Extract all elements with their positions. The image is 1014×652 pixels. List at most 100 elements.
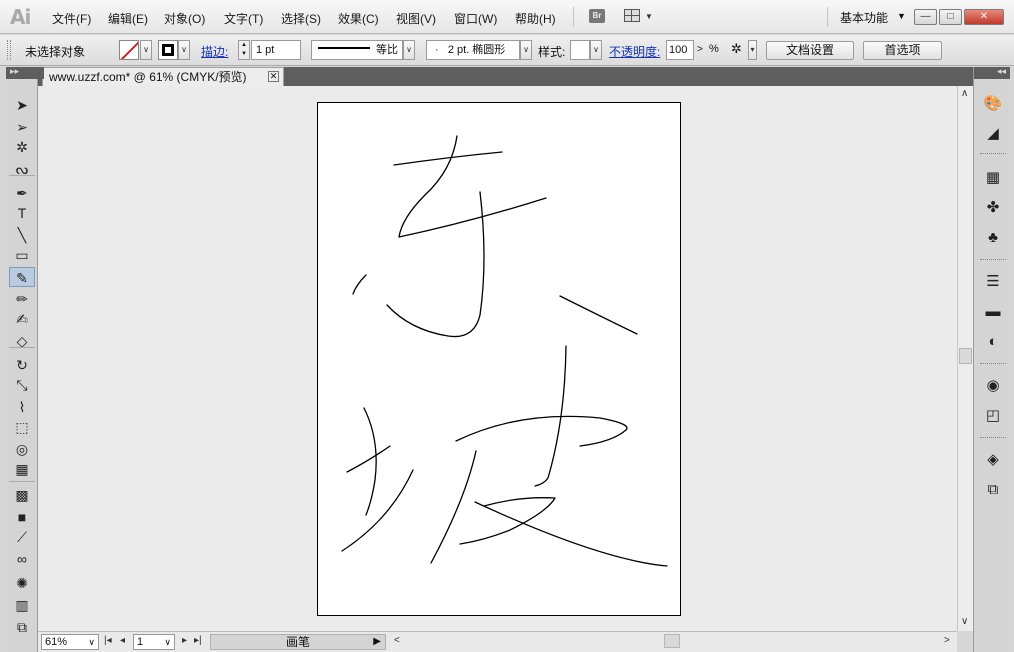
- artboard-number-field[interactable]: 1 ∨: [133, 634, 175, 650]
- brush-definition[interactable]: · 2 pt. 椭圆形: [426, 40, 520, 60]
- type-tool-icon[interactable]: T: [9, 203, 35, 223]
- close-icon[interactable]: ✕: [268, 71, 279, 82]
- menu-help[interactable]: 帮助(H): [515, 10, 556, 27]
- color-panel-icon[interactable]: 🎨: [982, 93, 1004, 115]
- scroll-left-icon[interactable]: <: [394, 635, 400, 646]
- fill-dropdown[interactable]: ∨: [140, 40, 152, 60]
- rectangle-tool-icon[interactable]: ▭: [9, 245, 35, 265]
- fill-swatch[interactable]: [119, 40, 139, 60]
- scroll-down-icon[interactable]: ∨: [961, 616, 968, 627]
- shape-builder-tool-icon[interactable]: ◎: [9, 439, 35, 459]
- width-tool-icon[interactable]: ⌇: [9, 397, 35, 417]
- last-artboard-icon[interactable]: ▸|: [194, 635, 202, 646]
- graphic-style-swatch[interactable]: [570, 40, 590, 60]
- zoom-field[interactable]: 61% ∨: [41, 634, 99, 650]
- minimize-button[interactable]: —: [914, 9, 937, 25]
- brush-dropdown[interactable]: ∨: [520, 40, 532, 60]
- pencil-tool-icon[interactable]: ✏: [9, 289, 35, 309]
- collapse-icon[interactable]: ◂◂: [997, 66, 1006, 77]
- scale-tool-icon[interactable]: ⤡: [9, 375, 35, 395]
- recolor-dropdown[interactable]: ▾: [748, 40, 757, 60]
- horizontal-scroll-thumb[interactable]: [664, 634, 680, 648]
- symbols-panel-icon[interactable]: ♣: [982, 227, 1004, 249]
- menu-type[interactable]: 文字(T): [224, 10, 263, 27]
- pen-tool-icon[interactable]: ✒: [9, 183, 35, 203]
- column-graph-tool-icon[interactable]: ▥: [9, 595, 35, 615]
- artboard[interactable]: [317, 102, 681, 616]
- appearance-panel-icon[interactable]: ◉: [982, 375, 1004, 397]
- selection-tool-icon[interactable]: ➤: [9, 95, 35, 115]
- style-dropdown[interactable]: ∨: [590, 40, 602, 60]
- restore-button[interactable]: □: [939, 9, 962, 25]
- vertical-scroll-thumb[interactable]: [959, 348, 972, 364]
- eyedropper-tool-icon[interactable]: ⟋: [9, 527, 35, 547]
- symbol-sprayer-tool-icon[interactable]: ✺: [9, 573, 35, 593]
- eraser-tool-icon[interactable]: ◇: [9, 331, 35, 351]
- vertical-scrollbar[interactable]: ∧ ∨: [957, 86, 973, 631]
- status-menu-icon[interactable]: ▶: [373, 635, 381, 649]
- menu-select[interactable]: 选择(S): [281, 10, 321, 27]
- direct-selection-tool-icon[interactable]: ➢: [9, 117, 35, 137]
- paintbrush-tool-icon[interactable]: ✎: [9, 267, 35, 287]
- blob-brush-tool-icon[interactable]: ✍: [9, 309, 35, 329]
- menu-edit[interactable]: 编辑(E): [108, 10, 148, 27]
- scroll-right-icon[interactable]: >: [944, 635, 950, 646]
- arrange-documents-button[interactable]: ▼: [624, 9, 654, 23]
- perspective-grid-tool-icon[interactable]: ▦: [9, 459, 35, 479]
- stroke-link[interactable]: 描边:: [201, 43, 228, 60]
- stroke-color-dropdown[interactable]: ∨: [178, 40, 190, 60]
- stroke-weight-field[interactable]: 1 pt: [251, 40, 301, 60]
- color-guide-panel-icon[interactable]: ◢: [982, 123, 1004, 145]
- preferences-button[interactable]: 首选项: [863, 41, 942, 60]
- opacity-arrow-icon[interactable]: >: [697, 44, 703, 55]
- recolor-artwork-icon[interactable]: ✲: [731, 41, 742, 57]
- gradient-tool-icon[interactable]: ■: [9, 507, 35, 527]
- menu-view[interactable]: 视图(V): [396, 10, 436, 27]
- close-button[interactable]: ✕: [964, 9, 1004, 25]
- tools-panel-header[interactable]: ▸▸: [6, 66, 44, 79]
- bridge-button[interactable]: Br: [589, 9, 605, 23]
- chevron-down-icon[interactable]: ∨: [164, 635, 171, 649]
- previous-artboard-icon[interactable]: ◂: [120, 635, 125, 646]
- next-artboard-icon[interactable]: ▸: [182, 635, 187, 646]
- artboards-panel-icon[interactable]: ⧉: [982, 479, 1004, 501]
- grip-handle[interactable]: [7, 40, 11, 60]
- menu-file[interactable]: 文件(F): [52, 10, 91, 27]
- document-setup-button[interactable]: 文档设置: [766, 41, 854, 60]
- scroll-up-icon[interactable]: ∧: [961, 88, 968, 99]
- artboard-tool-icon[interactable]: ⧉: [9, 617, 35, 637]
- blend-tool-icon[interactable]: ∞: [9, 549, 35, 569]
- mesh-tool-icon[interactable]: ▩: [9, 485, 35, 505]
- profile-dropdown[interactable]: ∨: [403, 40, 415, 60]
- free-transform-tool-icon[interactable]: ⬚: [9, 417, 35, 437]
- layers-panel-icon[interactable]: ◈: [982, 449, 1004, 471]
- first-artboard-icon[interactable]: |◂: [104, 635, 112, 646]
- graphic-styles-panel-icon[interactable]: ◰: [982, 405, 1004, 427]
- line-tool-icon[interactable]: ╲: [9, 225, 35, 245]
- menu-bar: Ai 文件(F) 编辑(E) 对象(O) 文字(T) 选择(S) 效果(C) 视…: [0, 0, 1014, 34]
- chevron-down-icon[interactable]: ▼: [897, 11, 906, 21]
- rotate-tool-icon[interactable]: ↻: [9, 355, 35, 375]
- chevron-down-icon[interactable]: ∨: [88, 635, 95, 649]
- transparency-panel-icon[interactable]: ◐: [982, 331, 1004, 353]
- stroke-weight-stepper[interactable]: ▲ ▼: [238, 40, 250, 60]
- opacity-field[interactable]: 100: [666, 40, 694, 60]
- workspace-switcher[interactable]: 基本功能: [840, 9, 888, 26]
- lasso-tool-icon[interactable]: ᔓ: [9, 159, 35, 179]
- menu-window[interactable]: 窗口(W): [454, 10, 497, 27]
- current-tool-status[interactable]: 画笔 ▶: [210, 634, 386, 650]
- stroke-panel-icon[interactable]: ☰: [982, 271, 1004, 293]
- variable-width-profile[interactable]: 等比: [311, 40, 403, 60]
- brushes-panel-icon[interactable]: ✤: [982, 197, 1004, 219]
- menu-effect[interactable]: 效果(C): [338, 10, 379, 27]
- menu-object[interactable]: 对象(O): [164, 10, 205, 27]
- magic-wand-tool-icon[interactable]: ✲: [9, 137, 35, 157]
- swatches-panel-icon[interactable]: ▦: [982, 167, 1004, 189]
- stroke-swatch[interactable]: [158, 40, 178, 60]
- panel-dock-header[interactable]: ◂◂: [974, 66, 1010, 79]
- gradient-panel-icon[interactable]: ▬: [982, 301, 1004, 323]
- document-tab[interactable]: www.uzzf.com* @ 61% (CMYK/预览) ✕: [42, 67, 284, 86]
- expand-icon[interactable]: ▸▸: [10, 66, 19, 77]
- dock-separator: [980, 437, 1006, 439]
- opacity-link[interactable]: 不透明度:: [609, 43, 660, 60]
